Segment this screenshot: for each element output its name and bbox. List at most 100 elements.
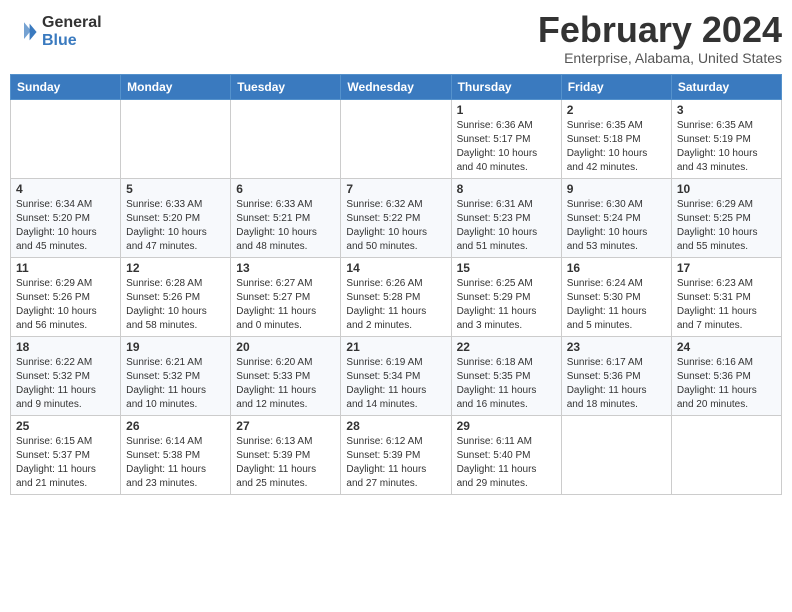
day-number: 6 <box>236 182 335 196</box>
calendar-cell: 25Sunrise: 6:15 AMSunset: 5:37 PMDayligh… <box>11 415 121 494</box>
calendar-cell: 1Sunrise: 6:36 AMSunset: 5:17 PMDaylight… <box>451 99 561 178</box>
calendar-cell <box>231 99 341 178</box>
day-number: 5 <box>126 182 225 196</box>
day-info: Sunrise: 6:20 AMSunset: 5:33 PMDaylight:… <box>236 356 335 412</box>
calendar-body: 1Sunrise: 6:36 AMSunset: 5:17 PMDaylight… <box>11 99 782 494</box>
day-info: Sunrise: 6:17 AMSunset: 5:36 PMDaylight:… <box>567 356 666 412</box>
calendar-cell: 27 Sunrise: 6:13 AMSunset: 5:39 PMDayligh… <box>231 415 341 494</box>
weekday-header: Friday <box>561 74 671 99</box>
calendar-cell: 2Sunrise: 6:35 AMSunset: 5:18 PMDaylight… <box>561 99 671 178</box>
calendar-week-row: 18 Sunrise: 6:22 AMSunset: 5:32 PMDayligh… <box>11 336 782 415</box>
calendar-cell: 17Sunrise: 6:23 AMSunset: 5:31 PMDayligh… <box>671 257 781 336</box>
month-title: February 2024 <box>538 10 782 50</box>
logo-blue: Blue <box>42 32 102 50</box>
day-number: 29 <box>457 419 556 433</box>
calendar-cell: 18 Sunrise: 6:22 AMSunset: 5:32 PMDayligh… <box>11 336 121 415</box>
calendar-cell: 7Sunrise: 6:32 AMSunset: 5:22 PMDaylight… <box>341 178 451 257</box>
day-info: Sunrise: 6:24 AMSunset: 5:30 PMDaylight:… <box>567 277 666 333</box>
day-info: Sunrise: 6:29 AMSunset: 5:26 PMDaylight:… <box>16 277 115 333</box>
day-info: Sunrise: 6:13 AMSunset: 5:39 PMDaylight:… <box>236 435 335 491</box>
calendar-cell <box>671 415 781 494</box>
calendar-cell: 20Sunrise: 6:20 AMSunset: 5:33 PMDayligh… <box>231 336 341 415</box>
calendar-cell: 13 Sunrise: 6:27 AMSunset: 5:27 PMDayligh… <box>231 257 341 336</box>
day-info: Sunrise: 6:35 AMSunset: 5:19 PMDaylight:… <box>677 119 776 175</box>
day-info: Sunrise: 6:26 AMSunset: 5:28 PMDaylight:… <box>346 277 445 333</box>
logo-general: General <box>42 14 102 32</box>
day-info: Sunrise: 6:19 AMSunset: 5:34 PMDaylight:… <box>346 356 445 412</box>
logo: General Blue <box>10 14 102 49</box>
day-info: Sunrise: 6:15 AMSunset: 5:37 PMDaylight:… <box>16 435 115 491</box>
calendar-cell: 29 Sunrise: 6:11 AMSunset: 5:40 PMDayligh… <box>451 415 561 494</box>
calendar-cell: 23 Sunrise: 6:17 AMSunset: 5:36 PMDayligh… <box>561 336 671 415</box>
calendar-cell <box>121 99 231 178</box>
day-info: Sunrise: 6:21 AMSunset: 5:32 PMDaylight:… <box>126 356 225 412</box>
day-number: 7 <box>346 182 445 196</box>
day-number: 8 <box>457 182 556 196</box>
day-number: 27 <box>236 419 335 433</box>
day-number: 1 <box>457 103 556 117</box>
day-number: 14 <box>346 261 445 275</box>
calendar-header: SundayMondayTuesdayWednesdayThursdayFrid… <box>11 74 782 99</box>
day-number: 13 <box>236 261 335 275</box>
calendar-cell: 8Sunrise: 6:31 AMSunset: 5:23 PMDaylight… <box>451 178 561 257</box>
day-number: 26 <box>126 419 225 433</box>
calendar-cell: 15 Sunrise: 6:25 AMSunset: 5:29 PMDayligh… <box>451 257 561 336</box>
day-number: 24 <box>677 340 776 354</box>
day-info: Sunrise: 6:11 AMSunset: 5:40 PMDaylight:… <box>457 435 556 491</box>
day-info: Sunrise: 6:16 AMSunset: 5:36 PMDaylight:… <box>677 356 776 412</box>
day-number: 17 <box>677 261 776 275</box>
day-info: Sunrise: 6:29 AMSunset: 5:25 PMDaylight:… <box>677 198 776 254</box>
calendar-cell: 14 Sunrise: 6:26 AMSunset: 5:28 PMDayligh… <box>341 257 451 336</box>
calendar: SundayMondayTuesdayWednesdayThursdayFrid… <box>10 74 782 495</box>
calendar-cell <box>11 99 121 178</box>
logo-icon <box>10 18 38 46</box>
day-info: Sunrise: 6:35 AMSunset: 5:18 PMDaylight:… <box>567 119 666 175</box>
calendar-cell: 26Sunrise: 6:14 AMSunset: 5:38 PMDayligh… <box>121 415 231 494</box>
day-number: 16 <box>567 261 666 275</box>
header: General Blue February 2024 Enterprise, A… <box>10 10 782 66</box>
calendar-cell: 9Sunrise: 6:30 AMSunset: 5:24 PMDaylight… <box>561 178 671 257</box>
day-number: 3 <box>677 103 776 117</box>
calendar-cell: 11 Sunrise: 6:29 AMSunset: 5:26 PMDayligh… <box>11 257 121 336</box>
weekday-header: Thursday <box>451 74 561 99</box>
calendar-week-row: 1Sunrise: 6:36 AMSunset: 5:17 PMDaylight… <box>11 99 782 178</box>
day-info: Sunrise: 6:27 AMSunset: 5:27 PMDaylight:… <box>236 277 335 333</box>
calendar-cell: 16 Sunrise: 6:24 AMSunset: 5:30 PMDayligh… <box>561 257 671 336</box>
weekday-header: Sunday <box>11 74 121 99</box>
day-info: Sunrise: 6:12 AMSunset: 5:39 PMDaylight:… <box>346 435 445 491</box>
day-number: 11 <box>16 261 115 275</box>
calendar-cell: 4 Sunrise: 6:34 AMSunset: 5:20 PMDaylight… <box>11 178 121 257</box>
calendar-week-row: 25Sunrise: 6:15 AMSunset: 5:37 PMDayligh… <box>11 415 782 494</box>
day-info: Sunrise: 6:28 AMSunset: 5:26 PMDaylight:… <box>126 277 225 333</box>
calendar-cell: 19 Sunrise: 6:21 AMSunset: 5:32 PMDayligh… <box>121 336 231 415</box>
day-number: 12 <box>126 261 225 275</box>
weekday-header: Monday <box>121 74 231 99</box>
calendar-cell: 6 Sunrise: 6:33 AMSunset: 5:21 PMDaylight… <box>231 178 341 257</box>
calendar-cell: 10 Sunrise: 6:29 AMSunset: 5:25 PMDayligh… <box>671 178 781 257</box>
day-info: Sunrise: 6:33 AMSunset: 5:21 PMDaylight:… <box>236 198 335 254</box>
weekday-header: Wednesday <box>341 74 451 99</box>
logo-text: General Blue <box>42 14 102 49</box>
day-number: 21 <box>346 340 445 354</box>
day-number: 15 <box>457 261 556 275</box>
day-number: 10 <box>677 182 776 196</box>
day-number: 23 <box>567 340 666 354</box>
calendar-cell: 12 Sunrise: 6:28 AMSunset: 5:26 PMDayligh… <box>121 257 231 336</box>
calendar-cell: 22 Sunrise: 6:18 AMSunset: 5:35 PMDayligh… <box>451 336 561 415</box>
day-info: Sunrise: 6:18 AMSunset: 5:35 PMDaylight:… <box>457 356 556 412</box>
day-number: 9 <box>567 182 666 196</box>
weekday-row: SundayMondayTuesdayWednesdayThursdayFrid… <box>11 74 782 99</box>
day-info: Sunrise: 6:34 AMSunset: 5:20 PMDaylight:… <box>16 198 115 254</box>
calendar-week-row: 11 Sunrise: 6:29 AMSunset: 5:26 PMDayligh… <box>11 257 782 336</box>
calendar-week-row: 4 Sunrise: 6:34 AMSunset: 5:20 PMDaylight… <box>11 178 782 257</box>
day-number: 18 <box>16 340 115 354</box>
day-number: 4 <box>16 182 115 196</box>
weekday-header: Tuesday <box>231 74 341 99</box>
calendar-cell: 21 Sunrise: 6:19 AMSunset: 5:34 PMDayligh… <box>341 336 451 415</box>
day-info: Sunrise: 6:25 AMSunset: 5:29 PMDaylight:… <box>457 277 556 333</box>
day-number: 19 <box>126 340 225 354</box>
day-info: Sunrise: 6:22 AMSunset: 5:32 PMDaylight:… <box>16 356 115 412</box>
day-info: Sunrise: 6:33 AMSunset: 5:20 PMDaylight:… <box>126 198 225 254</box>
day-number: 22 <box>457 340 556 354</box>
calendar-cell: 3 Sunrise: 6:35 AMSunset: 5:19 PMDaylight… <box>671 99 781 178</box>
